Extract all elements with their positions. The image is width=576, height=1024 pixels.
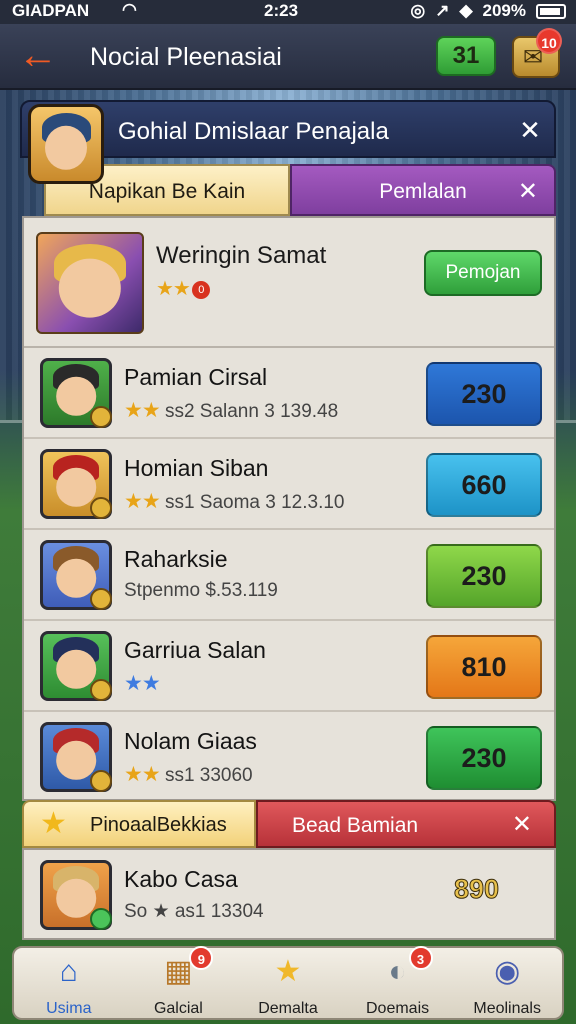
- shield-icon: ◆: [459, 1, 473, 20]
- score-button[interactable]: 230: [426, 544, 542, 608]
- nav-item-galcial[interactable]: ▦ 9 Galcial: [124, 946, 234, 1018]
- list-item[interactable]: Nolam Giaas ★★ ss1 33060 230: [24, 712, 554, 803]
- nav-label: Demalta: [258, 1000, 318, 1017]
- app-header: ← Nocial Pleenasiai 31 ✉ 10: [0, 24, 576, 90]
- player-name: Garriua Salan: [124, 637, 266, 663]
- coin-counter[interactable]: 31: [436, 36, 496, 76]
- carrier-label: GIADPAN: [12, 1, 90, 20]
- featured-rating: ★★ 0: [156, 276, 210, 301]
- page-title: Nocial Pleenasiai: [90, 43, 282, 71]
- tab-pinoaal-label: PinoaalBekkias: [90, 814, 227, 836]
- notification-count-badge: 10: [536, 28, 562, 54]
- player-meta-text: ss1 Saoma 3 12.3.10: [164, 492, 345, 513]
- close-icon[interactable]: ✕: [512, 810, 532, 839]
- player-name: Homian Siban: [124, 455, 269, 481]
- nav-badge: 3: [408, 946, 433, 970]
- bottom-navigation: ⌂ Usima ▦ 9 Galcial ★ Demalta ◐ 3 Doemai…: [12, 946, 564, 1020]
- tab-pemlalan[interactable]: Pemlalan ✕: [290, 164, 556, 216]
- rank-badge-icon: [90, 497, 112, 519]
- featured-avatar: [36, 232, 144, 334]
- tab-pemlalan-label: Pemlalan: [379, 180, 467, 203]
- back-arrow-icon[interactable]: ←: [16, 35, 60, 76]
- star-badge-icon: ★: [274, 955, 302, 988]
- clock: 2:23: [264, 1, 299, 20]
- nav-item-demalta[interactable]: ★ Demalta: [233, 948, 343, 1018]
- player-name: Pamian Cirsal: [124, 364, 268, 390]
- tab-bead-bamian[interactable]: Bead Bamian ✕: [256, 800, 556, 848]
- rank-badge-icon: [90, 588, 112, 610]
- star-icon: ★★: [124, 399, 161, 422]
- panel-close-icon[interactable]: ✕: [512, 112, 548, 148]
- rank-badge-icon: [90, 679, 112, 701]
- star-icon: ★★: [156, 278, 191, 300]
- panel-tabs: Napikan Be Kain Pemlalan ✕: [44, 164, 556, 216]
- panel-title: Gohial Dmislaar Penajala: [118, 118, 389, 145]
- player-meta: So ★ as1 13304: [124, 901, 264, 922]
- player-name: Nolam Giaas: [124, 728, 257, 754]
- star-icon: ★★: [124, 490, 161, 513]
- featured-action-button[interactable]: Pemojan: [424, 250, 542, 296]
- medal-icon: ◉: [494, 955, 521, 988]
- nav-label: Galcial: [153, 1000, 203, 1017]
- score-button[interactable]: 230: [426, 362, 542, 426]
- nav-label: Usima: [46, 1000, 92, 1017]
- player-name: Kabo Casa: [124, 866, 238, 892]
- score-button[interactable]: 810: [426, 635, 542, 699]
- player-meta: ★★ ss1 Saoma 3 12.3.10: [124, 489, 345, 514]
- score-button[interactable]: 660: [426, 453, 542, 517]
- player-list: Weringin Samat ★★ 0 Pemojan Pamian Cirsal…: [22, 216, 556, 801]
- nav-label: Doemais: [366, 1000, 430, 1017]
- list-item[interactable]: Garriua Salan ★★ 810: [24, 621, 554, 712]
- player-meta: ★★ ss2 Salann 3 139.48: [124, 398, 338, 423]
- star-badge-icon: ★: [40, 807, 67, 840]
- star-icon: ★★: [124, 672, 161, 695]
- section-2-tabs: ★ PinoaalBekkias Bead Bamian ✕: [22, 800, 556, 848]
- wifi-icon: ◠: [122, 0, 137, 19]
- player-meta-text: ss2 Salann 3 139.48: [164, 401, 339, 422]
- panel-avatar: [28, 104, 104, 184]
- alarm-icon: ◎: [410, 1, 426, 20]
- home-icon: ⌂: [59, 955, 78, 988]
- list-item[interactable]: Pamian Cirsal ★★ ss2 Salann 3 139.48 230: [24, 348, 554, 439]
- player-meta: ★★ ss1 33060: [124, 762, 253, 787]
- rank-badge-icon: [90, 770, 112, 792]
- battery-icon: [536, 3, 566, 19]
- nav-item-doemais[interactable]: ◐ 3 Doemais: [343, 946, 453, 1018]
- nav-label: Meolinals: [473, 1000, 541, 1017]
- player-meta: Stpenmo $.53.119: [124, 580, 278, 602]
- section-2-list: Kabo Casa So ★ as1 13304 890: [22, 848, 556, 940]
- list-item[interactable]: Homian Siban ★★ ss1 Saoma 3 12.3.10 660: [24, 439, 554, 530]
- nav-item-meolinals[interactable]: ◉ Meolinals: [452, 948, 562, 1018]
- notifications-button[interactable]: ✉ 10: [512, 28, 562, 78]
- tab-close-icon[interactable]: ✕: [518, 166, 538, 218]
- player-meta: ★★: [124, 671, 161, 696]
- featured-name: Weringin Samat: [156, 242, 327, 269]
- list-item[interactable]: Raharksie Stpenmo $.53.119 230: [24, 530, 554, 621]
- tab-bead-label: Bead Bamian: [292, 814, 419, 837]
- featured-player[interactable]: Weringin Samat ★★ 0 Pemojan: [24, 218, 554, 348]
- rank-badge-icon: [90, 406, 112, 428]
- list-item[interactable]: Kabo Casa So ★ as1 13304 890: [24, 850, 554, 941]
- rank-badge-icon: [90, 908, 112, 930]
- player-score: 890: [453, 874, 500, 905]
- location-icon: ↗: [435, 1, 450, 20]
- score-button[interactable]: 230: [426, 726, 542, 790]
- nav-item-usima[interactable]: ⌂ Usima: [14, 948, 124, 1018]
- featured-badge: 0: [191, 281, 210, 299]
- status-bar: GIADPAN ◠ 2:23 ◎ ↗ ◆ 209%: [0, 0, 576, 24]
- battery-percent: 209%: [482, 1, 526, 20]
- player-meta-text: ss1 33060: [164, 765, 253, 786]
- player-name: Raharksie: [124, 546, 228, 572]
- star-icon: ★★: [124, 763, 161, 786]
- tab-pinoaal[interactable]: ★ PinoaalBekkias: [22, 800, 256, 848]
- player-meta-text: Stpenmo $.53.119: [124, 580, 278, 601]
- nav-badge: 9: [189, 946, 214, 970]
